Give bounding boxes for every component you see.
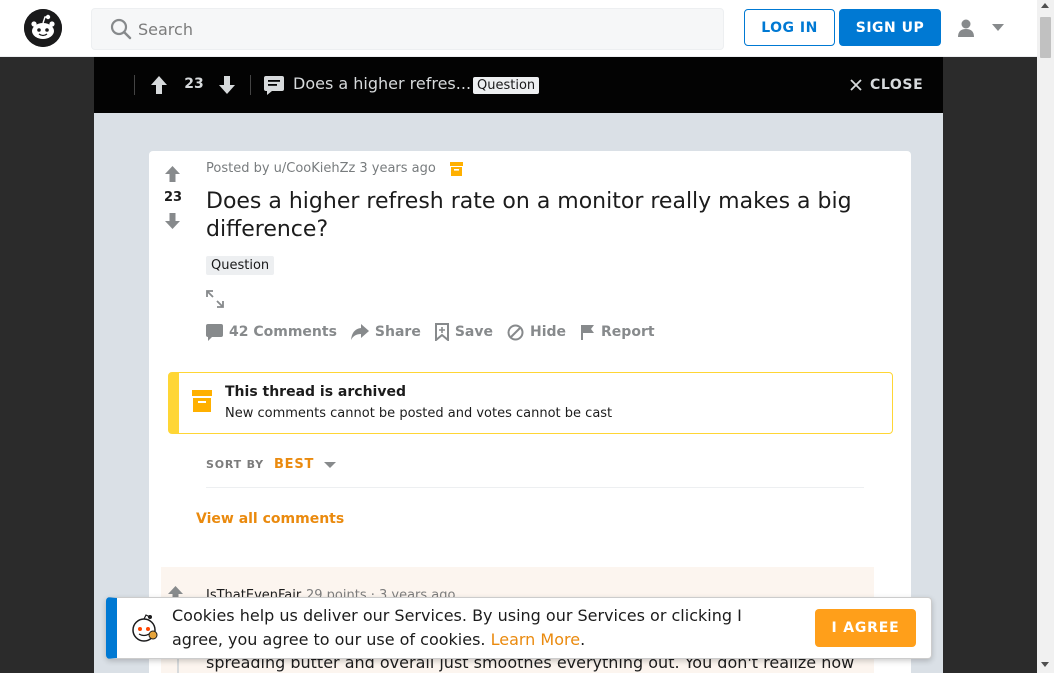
scroll-down-arrow-icon[interactable] — [1041, 662, 1049, 667]
posted-by[interactable]: Posted by u/CooKiehZz — [206, 161, 355, 176]
divider — [250, 75, 251, 95]
cookie-trailing: . — [580, 630, 586, 649]
archive-icon — [192, 390, 212, 412]
cookie-text: Cookies help us deliver our Services. By… — [172, 604, 792, 652]
divider — [206, 487, 864, 488]
scroll-up-arrow-icon[interactable] — [1041, 3, 1049, 8]
close-button[interactable]: CLOSE — [850, 75, 923, 95]
share-button[interactable]: Share — [350, 323, 421, 341]
archive-icon — [449, 161, 463, 176]
post-card: 23 Posted by u/CooKiehZz 3 years ago Doe… — [149, 151, 911, 673]
upvote-icon[interactable] — [150, 75, 168, 95]
close-icon — [850, 79, 862, 91]
post-icon — [264, 76, 284, 95]
downvote-icon[interactable] — [164, 212, 181, 230]
reddit-logo-icon[interactable] — [24, 9, 62, 47]
search-icon — [110, 18, 132, 40]
comment-thread-line[interactable] — [177, 657, 179, 673]
archived-notice: This thread is archived New comments can… — [168, 372, 893, 434]
flag-icon — [581, 325, 595, 340]
user-dropdown[interactable] — [952, 14, 1012, 44]
toolbar-flair: Question — [473, 77, 540, 94]
save-button[interactable]: Save — [434, 323, 493, 341]
post-actions: 42 Comments Share Save Hide Report — [206, 323, 655, 341]
post-meta: Posted by u/CooKiehZz 3 years ago — [206, 161, 463, 176]
sort-label: SORT BY — [206, 458, 264, 471]
post-toolbar: 23 Does a higher refres... Question CLOS… — [94, 57, 943, 113]
post-title[interactable]: Does a higher refresh rate on a monitor … — [206, 188, 866, 244]
hide-button[interactable]: Hide — [507, 323, 566, 341]
save-label: Save — [454, 324, 493, 340]
post-age: 3 years ago — [359, 161, 436, 176]
login-button[interactable]: LOG IN — [744, 9, 835, 46]
view-all-comments-link[interactable]: View all comments — [196, 511, 344, 527]
cookie-snoo-icon — [132, 614, 158, 642]
divider — [134, 75, 135, 95]
sort-value[interactable]: BEST — [274, 457, 314, 472]
cookie-banner: Cookies help us deliver our Services. By… — [106, 597, 932, 659]
hide-label: Hide — [529, 324, 567, 340]
post-score: 23 — [163, 190, 183, 205]
chevron-down-icon — [992, 24, 1004, 31]
downvote-icon[interactable] — [218, 75, 236, 95]
chevron-down-icon — [324, 461, 337, 468]
share-label: Share — [374, 324, 421, 340]
search-input[interactable] — [138, 9, 698, 49]
scrollbar-thumb[interactable] — [1040, 17, 1051, 58]
user-icon — [958, 19, 974, 37]
search-bar[interactable] — [91, 8, 724, 50]
archived-title: This thread is archived — [225, 384, 406, 400]
report-button[interactable]: Report — [580, 323, 655, 341]
toolbar-score: 23 — [184, 76, 204, 92]
signup-button[interactable]: SIGN UP — [839, 9, 941, 46]
top-header: LOG IN SIGN UP — [0, 0, 1037, 57]
cookie-message: Cookies help us deliver our Services. By… — [172, 606, 742, 649]
toolbar-post-title: Does a higher refres... — [293, 74, 472, 93]
archived-message: New comments cannot be posted and votes … — [225, 406, 613, 421]
upvote-icon[interactable] — [164, 165, 181, 183]
comments-label: 42 Comments — [229, 324, 337, 340]
post-flair[interactable]: Question — [206, 256, 275, 275]
sort-dropdown[interactable]: SORT BY BEST — [206, 457, 337, 472]
close-label: CLOSE — [870, 77, 924, 93]
learn-more-link[interactable]: Learn More — [491, 630, 580, 649]
report-label: Report — [601, 324, 655, 340]
share-icon — [350, 324, 369, 340]
comments-button[interactable]: 42 Comments — [206, 323, 337, 341]
expand-icon[interactable] — [206, 290, 224, 308]
comment-icon — [206, 323, 223, 341]
agree-button[interactable]: I AGREE — [815, 609, 916, 647]
hide-icon — [507, 324, 524, 340]
page-scrollbar[interactable] — [1037, 0, 1054, 673]
bookmark-icon — [434, 323, 449, 341]
post-overlay: 23 Posted by u/CooKiehZz 3 years ago Doe… — [94, 113, 943, 673]
